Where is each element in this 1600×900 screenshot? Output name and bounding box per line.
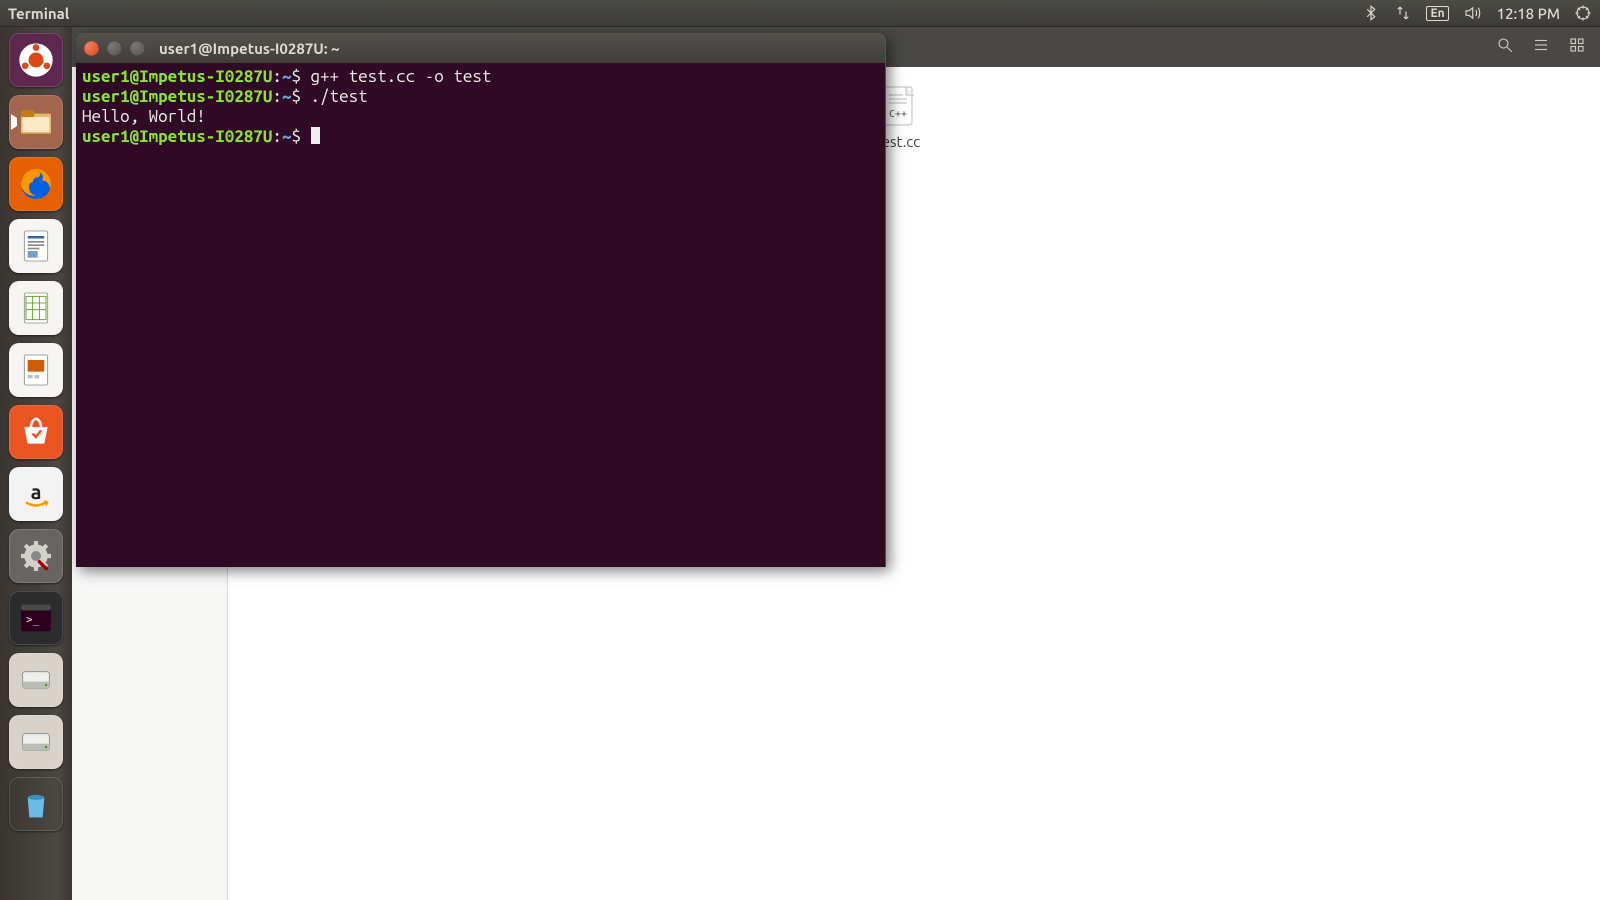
terminal-window[interactable]: user1@Impetus-I0287U: ~ user1@Impetus-I0… — [76, 33, 886, 567]
disk1-icon[interactable] — [9, 653, 63, 707]
search-icon[interactable] — [1496, 36, 1514, 58]
sound-icon[interactable] — [1463, 0, 1481, 26]
terminal-icon[interactable]: >_ — [9, 591, 63, 645]
svg-text:C++: C++ — [889, 109, 907, 120]
files-icon[interactable] — [9, 95, 63, 149]
clock[interactable]: 12:18 PM — [1497, 0, 1560, 26]
network-icon[interactable] — [1394, 0, 1412, 26]
minimize-icon[interactable] — [107, 41, 122, 56]
firefox-icon[interactable] — [9, 157, 63, 211]
terminal-title: user1@Impetus-I0287U: ~ — [159, 40, 340, 57]
terminal-titlebar[interactable]: user1@Impetus-I0287U: ~ — [76, 33, 885, 63]
writer-icon[interactable] — [9, 219, 63, 273]
amazon-icon[interactable]: a — [9, 467, 63, 521]
terminal-body[interactable]: user1@Impetus-I0287U:~$ g++ test.cc -o t… — [76, 63, 885, 567]
svg-text:>_: >_ — [26, 613, 40, 626]
maximize-icon[interactable] — [130, 41, 145, 56]
close-icon[interactable] — [84, 41, 99, 56]
software-icon[interactable] — [9, 405, 63, 459]
svg-text:a: a — [31, 480, 42, 503]
disk2-icon[interactable] — [9, 715, 63, 769]
impress-icon[interactable] — [9, 343, 63, 397]
dash-icon[interactable] — [9, 33, 63, 87]
top-panel: Terminal En 12:18 PM — [0, 0, 1600, 27]
list-view-icon[interactable] — [1532, 36, 1550, 58]
launcher: a >_ — [0, 27, 72, 900]
grid-view-icon[interactable] — [1568, 36, 1586, 58]
active-app-title: Terminal — [8, 5, 69, 22]
language-icon[interactable]: En — [1426, 0, 1448, 26]
trash-icon[interactable] — [9, 777, 63, 831]
bluetooth-icon[interactable] — [1362, 0, 1380, 26]
power-icon[interactable] — [1574, 0, 1592, 26]
terminal-cursor — [311, 127, 320, 144]
settings-icon[interactable] — [9, 529, 63, 583]
calc-icon[interactable] — [9, 281, 63, 335]
